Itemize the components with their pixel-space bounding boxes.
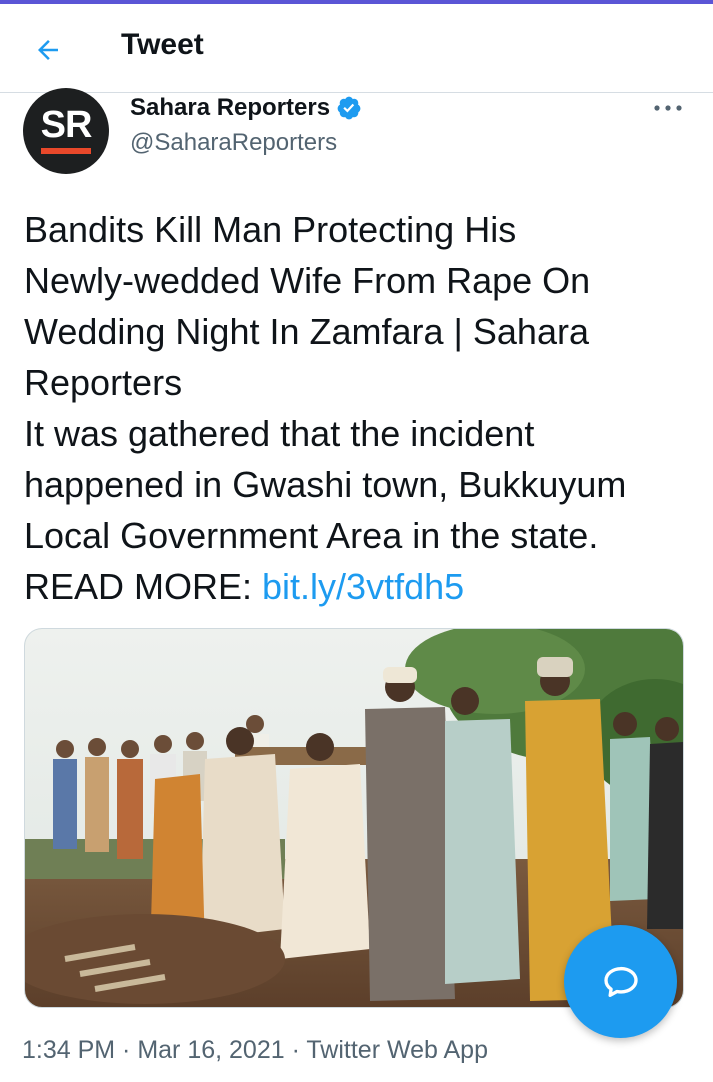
- avatar-text: SR: [40, 104, 93, 146]
- author-name-row[interactable]: Sahara Reporters: [130, 94, 362, 122]
- more-options-icon: [654, 105, 682, 111]
- tweet-line: Local Government Area in the state.: [24, 515, 599, 556]
- avatar-brand-bar: [41, 148, 91, 154]
- avatar[interactable]: SR: [23, 88, 109, 174]
- tweet-line: happened in Gwashi town, Bukkuyum: [24, 464, 627, 505]
- app-header: Tweet: [0, 4, 713, 93]
- page-title: Tweet: [121, 28, 204, 61]
- tweet-link[interactable]: bit.ly/3vtfdh5: [262, 566, 464, 607]
- back-arrow-icon: [38, 40, 58, 60]
- more-options-button[interactable]: [648, 96, 688, 120]
- read-more-line: READ MORE: bit.ly/3vtfdh5: [24, 561, 694, 612]
- author-name[interactable]: Sahara Reporters: [130, 94, 330, 122]
- tweet-line: Reporters: [24, 362, 183, 403]
- chat-bubble-icon: [603, 966, 638, 997]
- tweet-line: Wedding Night In Zamfara | Sahara: [24, 311, 589, 352]
- tweet-line: It was gathered that the incident: [24, 413, 535, 454]
- tweet-text: Bandits Kill Man Protecting His Newly-we…: [24, 204, 694, 612]
- read-more-label: READ MORE:: [24, 566, 263, 607]
- verified-badge-icon: [337, 96, 361, 120]
- back-button[interactable]: [28, 30, 68, 70]
- tweet-line: Bandits Kill Man Protecting His: [24, 209, 517, 250]
- tweet-timestamp: 1:34 PM · Mar 16, 2021 · Twitter Web App: [22, 1036, 488, 1064]
- tweet-line: Newly-wedded Wife From Rape On: [24, 260, 591, 301]
- author-handle[interactable]: @SaharaReporters: [130, 129, 337, 157]
- reply-fab-button[interactable]: [564, 925, 677, 1038]
